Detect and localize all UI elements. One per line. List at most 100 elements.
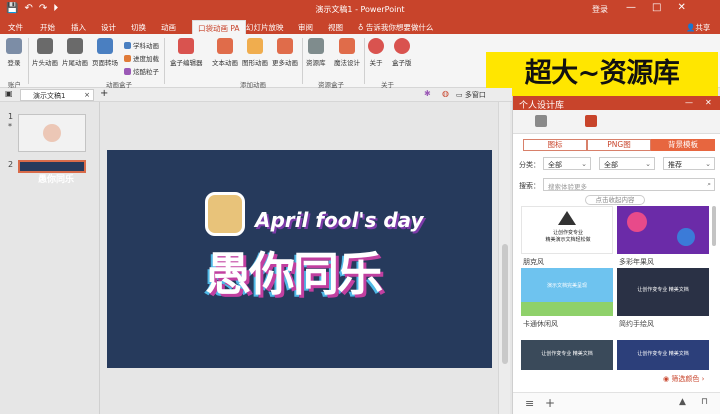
template-card[interactable]: 让创作变专业 精美文档 [521, 340, 613, 370]
page-transition-button[interactable]: 页面转场 [92, 38, 118, 67]
panel-footer: ≡ + ▲ ⊓ [513, 392, 720, 414]
tab-slideshow[interactable]: 幻灯片放映 [246, 22, 284, 33]
vertical-scrollbar[interactable] [498, 102, 510, 414]
ribbon-tabs: 文件 开始 插入 设计 切换 动画 口袋动画 PA 幻灯片放映 审阅 视图 ♁ … [0, 20, 720, 34]
slide-number: 1 [8, 112, 14, 121]
shape-animation-button[interactable]: 图形动画 [242, 38, 268, 67]
bokeh-decoration [627, 212, 647, 232]
tab-view[interactable]: 视图 [328, 22, 343, 33]
resource-library-button[interactable]: 资源库 [306, 38, 326, 67]
subject-icon [124, 41, 131, 49]
template-card[interactable] [617, 206, 709, 254]
text-animation-button[interactable]: 文本动画 [212, 38, 238, 67]
chevron-down-icon: ⌄ [705, 160, 711, 168]
thumbnail-text: 愚你同乐 [38, 175, 75, 185]
cube-icon [178, 38, 195, 54]
search-input[interactable]: 搜索体验更多 ⌕ [543, 178, 715, 191]
template-card[interactable]: 让创作变专业 精美文档 [617, 340, 709, 370]
magic-wand-icon [339, 38, 355, 54]
login-link[interactable]: 登录 [592, 4, 608, 15]
lightbulb-icon: ♁ [358, 23, 366, 32]
settings-icon[interactable]: ✱ [424, 89, 431, 98]
tab-animations[interactable]: 动画 [161, 22, 176, 33]
tab-icons[interactable]: 图标 [523, 139, 587, 151]
minimize-button[interactable]: — [626, 2, 636, 13]
menu-icon[interactable]: ≡ [525, 397, 534, 410]
chevron-down-icon: ⌄ [645, 160, 651, 168]
tab-home[interactable]: 开始 [40, 22, 55, 33]
person-icon: 👤 [686, 23, 696, 32]
head-animation-button[interactable]: 片头动画 [32, 38, 58, 67]
category-select[interactable]: 全部 ⌄ [543, 157, 591, 170]
tail-animation-button[interactable]: 片尾动画 [62, 38, 88, 67]
promo-banner: 超大~资源库 [486, 52, 718, 96]
collapse-hint[interactable]: 点击收起内容 [585, 195, 645, 205]
login-button[interactable]: 登录 [6, 38, 22, 67]
more-anim-icon [277, 38, 293, 54]
document-tab[interactable]: 演示文稿1 × [20, 89, 94, 101]
template-card[interactable]: 演示文档完美呈现 [521, 268, 613, 316]
chevron-down-icon: ⌄ [581, 160, 587, 168]
magic-design-button[interactable]: 魔法设计 [334, 38, 360, 67]
slide-title: 愚你同乐 [205, 247, 383, 301]
category-label: 分类： [519, 161, 540, 169]
maximize-button[interactable]: □ [652, 2, 661, 13]
close-tab-icon[interactable]: × [84, 91, 90, 99]
panel-minimize-button[interactable]: — [685, 98, 693, 107]
multi-window-button[interactable]: ▭ 多窗口 [456, 90, 486, 100]
current-slide[interactable]: April fool's day 愚你同乐 [107, 150, 492, 368]
subcategory-select[interactable]: 全部 ⌄ [599, 157, 655, 170]
pocket-logo-icon [43, 124, 61, 142]
graduation-cap-icon[interactable]: ▲ [679, 397, 686, 407]
new-tab-button[interactable]: + [100, 88, 108, 99]
tab-insert[interactable]: 插入 [71, 22, 86, 33]
tab-transitions[interactable]: 切换 [131, 22, 146, 33]
document-tab-strip: ▣ 演示文稿1 × + ✱ ◍ ▭ 多窗口 [0, 88, 512, 102]
tab-review[interactable]: 审阅 [298, 22, 313, 33]
pocket-logo-icon [368, 38, 384, 54]
triangle-logo-icon [558, 211, 576, 225]
filter-color-button[interactable]: ◉ 筛选颜色 › [663, 374, 704, 384]
box-version-button[interactable]: 盒子版 [392, 38, 412, 67]
gift-icon[interactable] [585, 115, 597, 127]
panel-header: 个人设计库 — ✕ [513, 96, 720, 111]
tab-png[interactable]: PNG图 [587, 139, 651, 151]
transition-icon [97, 38, 113, 54]
film-end-icon [67, 38, 83, 54]
scrollbar-thumb[interactable] [502, 244, 508, 364]
search-label: 搜索： [519, 182, 540, 190]
tab-pocket-animation[interactable]: 口袋动画 PA [192, 20, 246, 34]
card-text: 演示文档完美呈现 [546, 283, 587, 289]
tab-background-templates[interactable]: 背景模板 [651, 139, 715, 151]
slide-thumbnail-2[interactable]: 愚你同乐 [18, 160, 86, 185]
slide-thumbnail-1[interactable] [18, 114, 86, 152]
share-button[interactable]: 👤共享 [686, 22, 710, 33]
sort-select[interactable]: 推荐 ⌄ [663, 157, 715, 170]
add-icon[interactable]: + [545, 396, 555, 410]
template-label: 卡通休闲风 [523, 320, 558, 328]
subject-animation-button[interactable]: 学科动画 [124, 40, 159, 50]
template-card[interactable]: 让创作变专业 精美文档 [617, 268, 709, 316]
pin-icon[interactable]: ⊓ [701, 397, 708, 407]
group-separator [364, 38, 365, 84]
panel-close-button[interactable]: ✕ [705, 98, 712, 107]
scrollbar-thumb[interactable] [712, 206, 716, 246]
about-button[interactable]: 关于 [368, 38, 384, 67]
box-editor-button[interactable]: 盒子编辑器 [170, 38, 203, 67]
template-card[interactable]: 让创作变专业 精美演示文档轻松做 [521, 206, 613, 254]
search-icon[interactable]: ⌕ [707, 180, 711, 189]
group-separator [164, 38, 165, 84]
card-text: 让创作变专业 精美文档 [541, 351, 593, 357]
pocket-icon[interactable]: ◍ [442, 89, 449, 98]
document-icon: ▣ [5, 89, 13, 98]
panel-scrollbar[interactable] [711, 206, 717, 386]
more-animation-button[interactable]: 更多动画 [272, 38, 298, 67]
tab-design[interactable]: 设计 [101, 22, 116, 33]
progress-loading-button[interactable]: 进度加载 [124, 53, 159, 63]
tell-me-search[interactable]: ♁ 告诉我你想要做什么 [358, 22, 433, 33]
tab-file[interactable]: 文件 [8, 22, 23, 33]
cool-particles-button[interactable]: 炫酷粒子 [124, 66, 159, 76]
close-button[interactable]: ✕ [677, 2, 685, 13]
cube-icon[interactable] [535, 115, 547, 127]
slide-editor: April fool's day 愚你同乐 [100, 102, 498, 414]
